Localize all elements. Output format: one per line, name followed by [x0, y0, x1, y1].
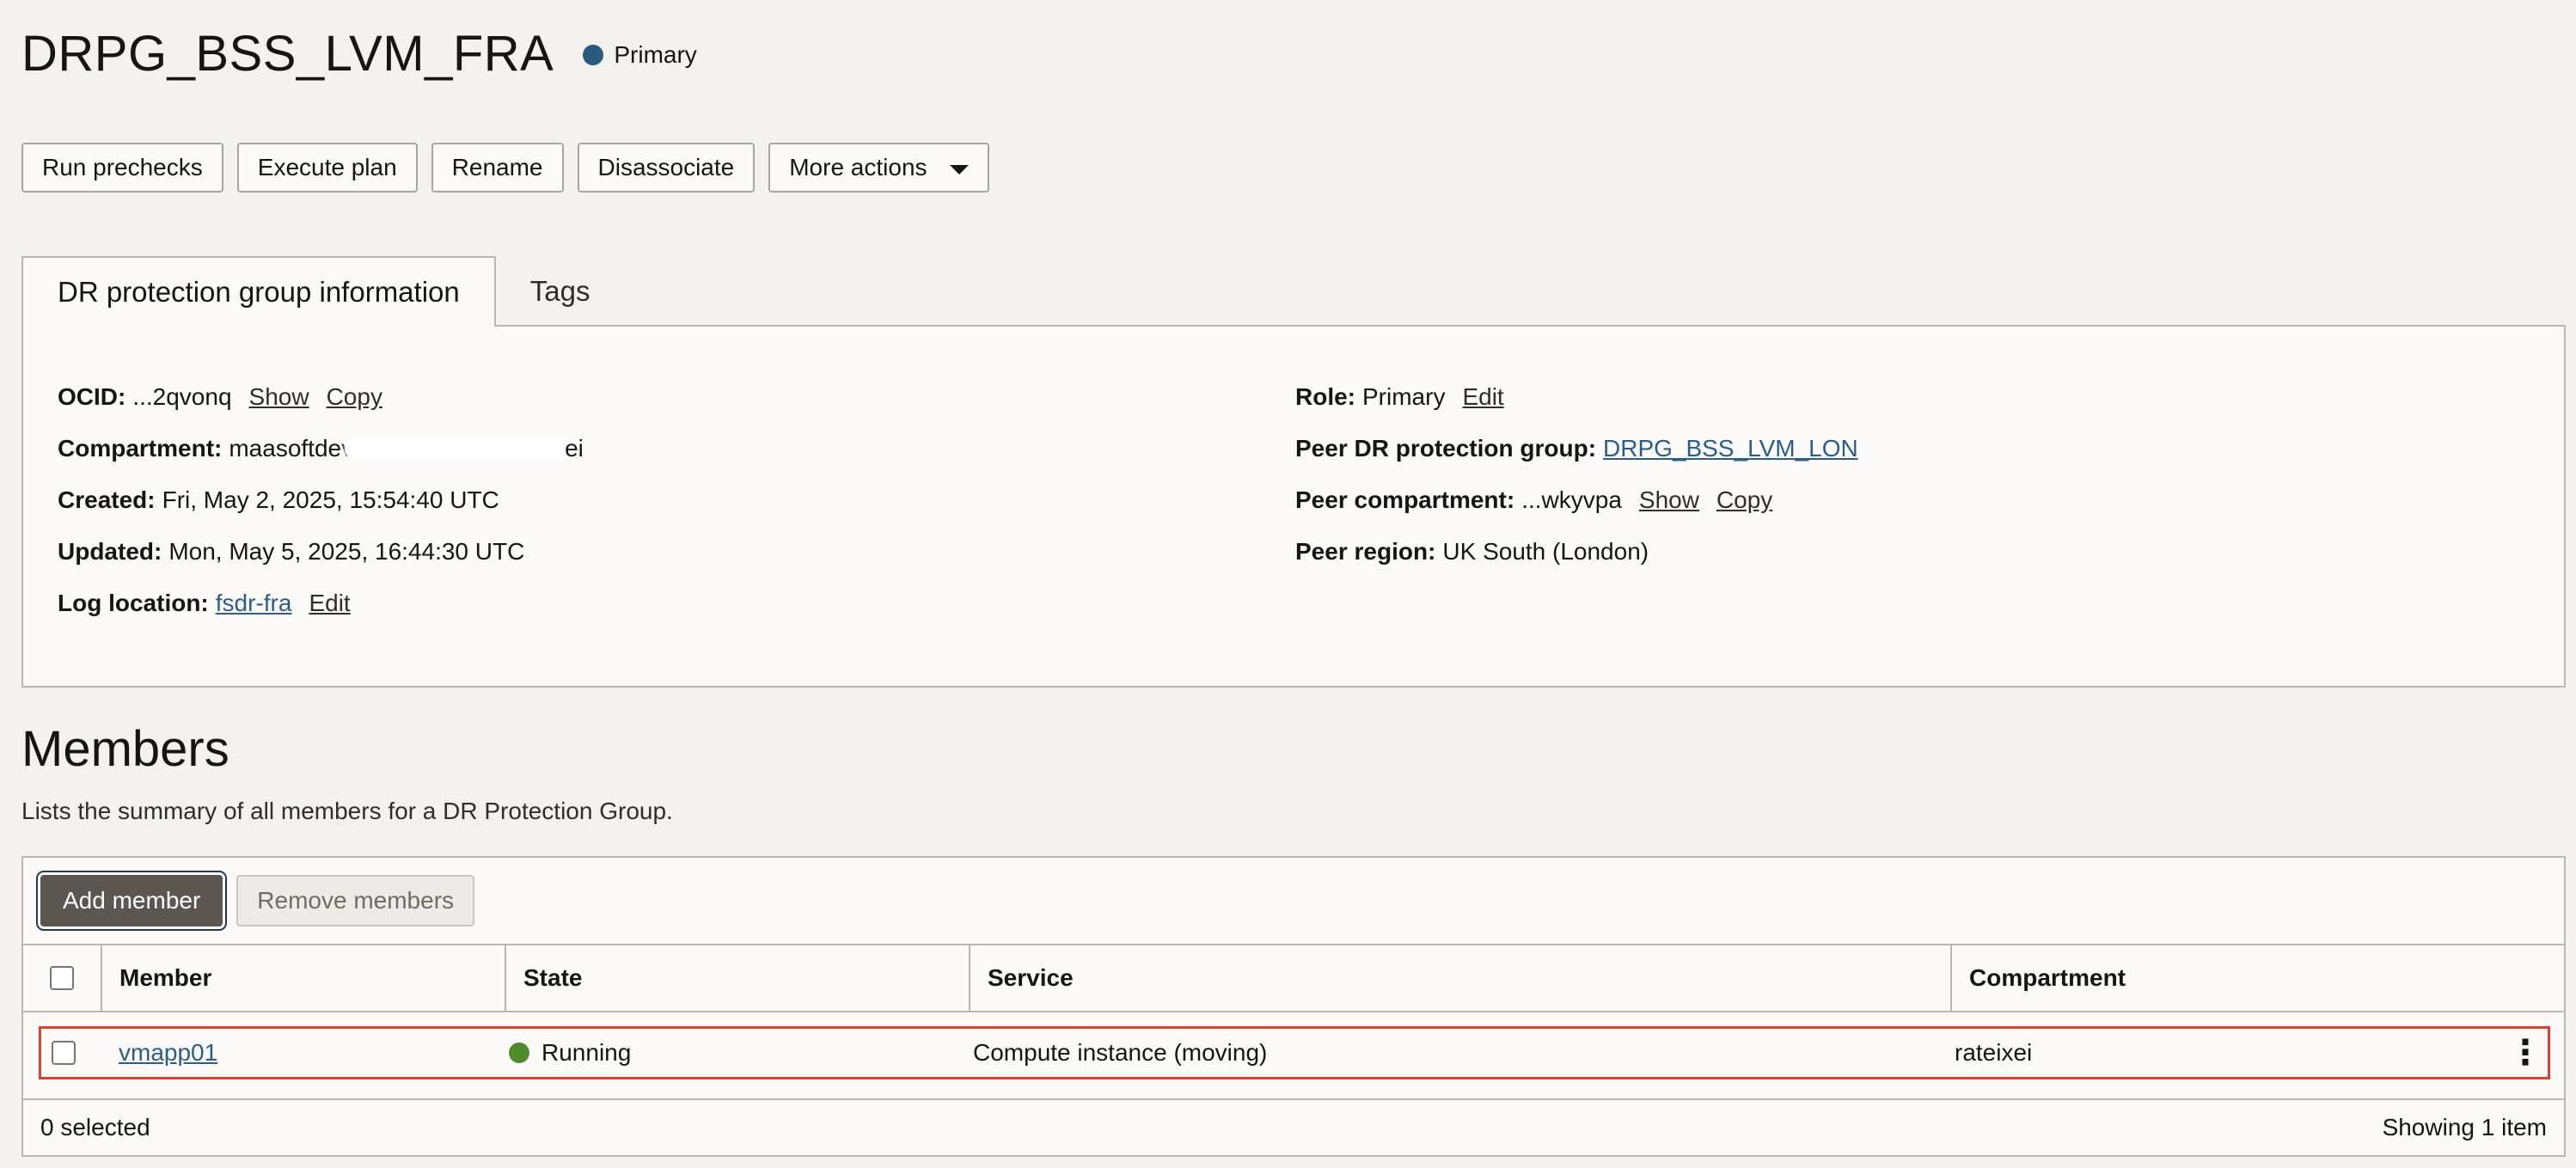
tab-tags[interactable]: Tags: [496, 256, 625, 327]
column-header-compartment[interactable]: Compartment: [1952, 945, 2564, 1011]
peer-region-label: Peer region:: [1295, 538, 1436, 565]
page-title: DRPG_BSS_LVM_FRA: [21, 25, 554, 82]
log-location-row: Log location: fsdr-fra Edit: [58, 578, 584, 629]
more-actions-label: More actions: [789, 154, 927, 180]
status-badge: Primary: [583, 41, 697, 69]
members-table: Member State Service Compartment vmapp01…: [23, 944, 2564, 1079]
ocid-row: OCID: ...2qvonq Show Copy: [58, 371, 584, 423]
status-text: Primary: [614, 41, 697, 68]
action-bar: Run prechecks Execute plan Rename Disass…: [21, 143, 989, 193]
role-label: Role:: [1295, 383, 1355, 410]
running-status-icon: [509, 1043, 529, 1063]
log-location-link[interactable]: fsdr-fra: [216, 590, 292, 617]
row-checkbox[interactable]: [52, 1041, 76, 1065]
peer-compartment-copy-link[interactable]: Copy: [1716, 486, 1772, 514]
rename-button[interactable]: Rename: [431, 143, 564, 193]
peer-group-link[interactable]: DRPG_BSS_LVM_LON: [1603, 435, 1858, 462]
log-location-label: Log location:: [58, 590, 209, 616]
service-cell: Compute instance (moving): [973, 1039, 1268, 1066]
peer-group-row: Peer DR protection group: DRPG_BSS_LVM_L…: [1295, 423, 1858, 474]
member-link[interactable]: vmapp01: [119, 1039, 217, 1067]
role-row: Role: Primary Edit: [1295, 371, 1858, 423]
compartment-row: Compartment: maasoftdev ei: [58, 423, 584, 474]
select-all-cell: [23, 945, 102, 1011]
column-header-service[interactable]: Service: [970, 945, 1952, 1011]
tab-bar: DR protection group information Tags: [21, 256, 624, 327]
table-row: vmapp01 Running Compute instance (moving…: [39, 1026, 2550, 1079]
state-text: Running: [542, 1039, 632, 1066]
created-value: Fri, May 2, 2025, 15:54:40 UTC: [162, 486, 499, 513]
members-heading: Members: [21, 721, 229, 777]
members-toolbar: Add member Remove members: [40, 875, 475, 926]
column-header-state[interactable]: State: [506, 945, 970, 1011]
created-row: Created: Fri, May 2, 2025, 15:54:40 UTC: [58, 474, 584, 526]
info-column-left: OCID: ...2qvonq Show Copy Compartment: m…: [58, 371, 584, 629]
execute-plan-button[interactable]: Execute plan: [236, 143, 418, 193]
compartment-label: Compartment:: [58, 435, 223, 462]
caret-down-icon: [949, 164, 969, 174]
created-label: Created:: [58, 486, 156, 513]
info-panel: OCID: ...2qvonq Show Copy Compartment: m…: [21, 325, 2566, 688]
column-header-member[interactable]: Member: [102, 945, 506, 1011]
updated-row: Updated: Mon, May 5, 2025, 16:44:30 UTC: [58, 526, 584, 578]
log-location-edit-link[interactable]: Edit: [309, 590, 350, 617]
ocid-show-link[interactable]: Show: [249, 383, 309, 411]
select-all-checkbox[interactable]: [50, 966, 74, 990]
info-column-right: Role: Primary Edit Peer DR protection gr…: [1295, 371, 1858, 578]
disassociate-button[interactable]: Disassociate: [577, 143, 756, 193]
tab-dr-protection-group-information[interactable]: DR protection group information: [21, 256, 496, 327]
role-value: Primary: [1362, 383, 1446, 410]
status-dot-icon: [583, 45, 604, 65]
compartment-value-end: ei: [565, 435, 584, 462]
compartment-text: rateixei: [1955, 1039, 2033, 1066]
updated-value: Mon, May 5, 2025, 16:44:30 UTC: [168, 538, 525, 565]
members-panel: Add member Remove members Member State S…: [21, 856, 2566, 1157]
more-actions-button[interactable]: More actions: [768, 143, 989, 193]
remove-members-button: Remove members: [236, 875, 475, 926]
showing-count: Showing 1 item: [2382, 1114, 2547, 1140]
updated-label: Updated:: [58, 538, 162, 565]
role-edit-link[interactable]: Edit: [1462, 383, 1503, 411]
ocid-value: ...2qvonq: [132, 383, 232, 410]
redacted-area: [345, 437, 578, 460]
peer-region-value: UK South (London): [1442, 538, 1649, 565]
table-footer: 0 selected Showing 1 item: [23, 1098, 2564, 1155]
ocid-label: OCID:: [58, 383, 126, 410]
table-header: Member State Service Compartment: [23, 944, 2564, 1012]
state-cell: Running: [492, 1029, 956, 1077]
run-prechecks-button[interactable]: Run prechecks: [21, 143, 223, 193]
peer-region-row: Peer region: UK South (London): [1295, 526, 1858, 578]
peer-compartment-show-link[interactable]: Show: [1639, 486, 1699, 514]
page-header: DRPG_BSS_LVM_FRA Primary: [21, 19, 697, 88]
peer-group-label: Peer DR protection group:: [1295, 435, 1597, 462]
compartment-cell: rateixei ⋮: [1937, 1029, 2548, 1077]
kebab-menu-icon[interactable]: ⋮: [2508, 1036, 2542, 1070]
row-select-cell: [40, 1029, 88, 1077]
peer-compartment-row: Peer compartment: ...wkyvpa Show Copy: [1295, 474, 1858, 526]
members-description: Lists the summary of all members for a D…: [21, 798, 673, 824]
selected-count: 0 selected: [40, 1114, 150, 1140]
ocid-copy-link[interactable]: Copy: [327, 383, 382, 411]
add-member-button[interactable]: Add member: [40, 875, 223, 926]
member-cell: vmapp01: [88, 1029, 492, 1077]
peer-compartment-value: ...wkyvpa: [1521, 486, 1622, 513]
peer-compartment-label: Peer compartment:: [1295, 486, 1515, 513]
compartment-value: maasoftdev: [229, 435, 354, 462]
